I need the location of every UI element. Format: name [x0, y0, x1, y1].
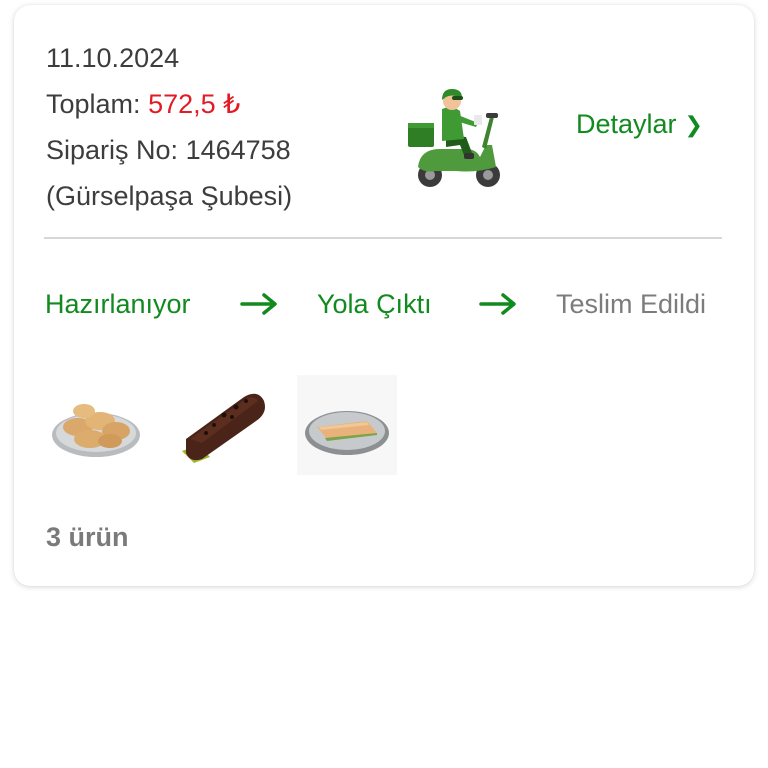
scooter-courier-icon [408, 89, 500, 187]
divider [44, 237, 722, 239]
order-branch: (Gürselpaşa Şubesi) [46, 181, 293, 211]
product-count: 3 ürün [46, 522, 129, 552]
details-label: Detaylar [576, 109, 677, 139]
order-number: Sipariş No: 1464758 [46, 127, 292, 173]
status-step-on-the-way: Yola Çıktı [317, 289, 432, 319]
details-link[interactable]: Detaylar ❯ [576, 109, 703, 140]
status-step-delivered: Teslim Edildi [556, 289, 707, 319]
borek-plate-image [297, 375, 397, 475]
order-info: 11.10.2024 Toplam: 572,5 ₺ Sipariş No: 1… [46, 35, 292, 219]
order-number-value: 1464758 [185, 135, 291, 165]
chocolate-log-cake-image [182, 393, 265, 463]
pastry-plate-image [52, 404, 140, 457]
order-total-label: Toplam: [46, 89, 141, 119]
order-total-value: 572,5 ₺ [148, 89, 241, 119]
arrow-right-icon [479, 293, 516, 315]
arrow-right-icon [240, 293, 277, 315]
status-step-preparing: Hazırlanıyor [45, 289, 191, 319]
chevron-right-icon: ❯ [684, 111, 703, 137]
order-number-label: Sipariş No: [46, 135, 179, 165]
order-card[interactable]: 11.10.2024 Toplam: 572,5 ₺ Sipariş No: 1… [14, 5, 754, 586]
order-date: 11.10.2024 [46, 43, 180, 73]
order-total: Toplam: 572,5 ₺ [46, 81, 292, 127]
